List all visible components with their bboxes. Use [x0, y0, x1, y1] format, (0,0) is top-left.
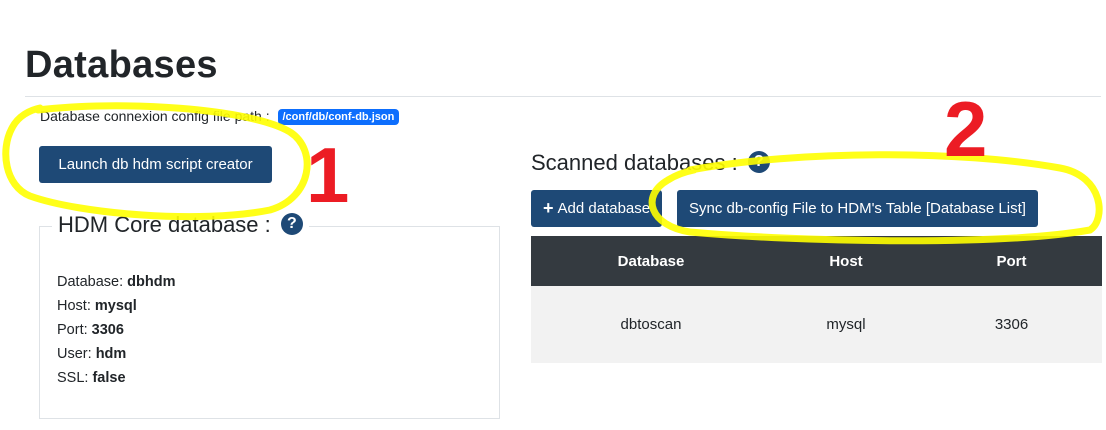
annotation-number-1: 1 — [306, 131, 350, 219]
highlight-circle-2 — [648, 151, 1103, 245]
annotation-overlay — [2, 102, 1103, 245]
highlight-circle-1 — [2, 102, 311, 221]
annotation-number-2: 2 — [944, 85, 988, 173]
